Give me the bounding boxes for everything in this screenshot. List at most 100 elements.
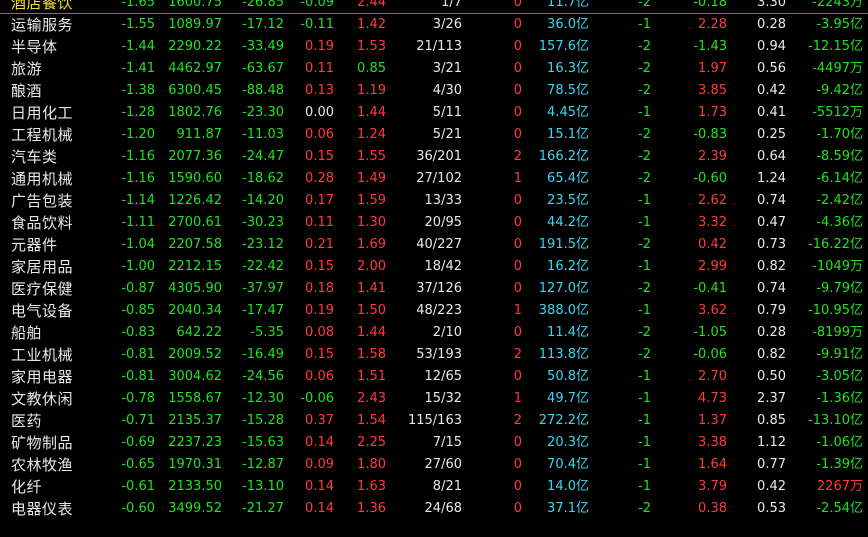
speed: 0.17 (305, 193, 334, 208)
up-count-ratio: 20/95 (424, 215, 462, 230)
change-amount: -15.28 (242, 413, 284, 428)
up-count-ratio: 21/113 (416, 39, 462, 54)
trade-amount: 113.8亿 (538, 347, 589, 362)
volume-ratio: 0.74 (757, 281, 786, 296)
period-change: 2.62 (698, 193, 727, 208)
sector-name: 酒店餐饮 (11, 0, 74, 12)
speed: 0.19 (305, 39, 334, 54)
speed: 0.14 (305, 501, 334, 516)
change-amount: -17.47 (242, 303, 284, 318)
change-amount: -30.23 (242, 215, 284, 230)
table-row[interactable]: 家用电器 -0.81 3004.62 -24.56 0.06 1.51 12/65 0 50.8… (0, 366, 868, 388)
turnover-rate: 1.69 (357, 237, 386, 252)
change-amount: -12.87 (242, 457, 284, 472)
turnover-rate: 1.44 (357, 325, 386, 340)
sector-name: 通用机械 (11, 170, 74, 188)
table-row[interactable]: 文教休闲 -0.78 1558.67 -12.30 -0.06 2.43 15/32 1 49.… (0, 388, 868, 410)
table-row[interactable]: 医药 -0.71 2135.37 -15.28 0.37 1.54 115/163 2 272.… (0, 410, 868, 432)
continuous-days: -2 (638, 325, 651, 340)
table-row[interactable]: 电器仪表 -0.60 3499.52 -21.27 0.14 1.36 24/68 0 37.1… (0, 498, 868, 520)
speed: 0.15 (305, 259, 334, 274)
change-amount: -88.48 (242, 83, 284, 98)
period-change: 1.37 (698, 413, 727, 428)
up-count-ratio: 36/201 (416, 149, 462, 164)
net-inflow: -9.91亿 (816, 347, 863, 362)
period-change: 3.85 (698, 83, 727, 98)
up-count-ratio: 3/21 (432, 61, 462, 76)
change-percent: -0.60 (121, 501, 155, 516)
change-amount: -24.56 (242, 369, 284, 384)
table-row[interactable]: 工程机械 -1.20 911.87 -11.03 0.06 1.24 5/21 0 15.1亿 -… (0, 124, 868, 146)
change-percent: -0.78 (121, 391, 155, 406)
table-row[interactable]: 船舶 -0.83 642.22 -5.35 0.08 1.44 2/10 0 11.4亿 -2 -1… (0, 322, 868, 344)
net-inflow: -12.15亿 (808, 39, 863, 54)
period-change: 1.64 (698, 457, 727, 472)
continuous-days: -2 (638, 501, 651, 516)
turnover-rate: 1.30 (357, 215, 386, 230)
table-row[interactable]: 元器件 -1.04 2207.58 -23.12 0.21 1.69 40/227 0 191.… (0, 234, 868, 256)
table-row[interactable]: 农林牧渔 -0.65 1970.31 -12.87 0.09 1.80 27/60 0 70.4… (0, 454, 868, 476)
current-price: 2040.34 (168, 303, 222, 318)
current-price: 2237.23 (168, 435, 222, 450)
change-amount: -16.49 (242, 347, 284, 362)
volume-ratio: 1.24 (757, 171, 786, 186)
table-row[interactable]: 汽车类 -1.16 2077.36 -24.47 0.15 1.55 36/201 2 166.… (0, 146, 868, 168)
table-row[interactable]: 广告包装 -1.14 1226.42 -14.20 0.17 1.59 13/33 0 23.5… (0, 190, 868, 212)
continuous-days: -2 (638, 127, 651, 142)
table-row[interactable]: 通用机械 -1.16 1590.60 -18.62 0.28 1.49 27/102 1 65.… (0, 168, 868, 190)
up-count-ratio: 18/42 (424, 259, 462, 274)
table-row[interactable]: 半导体 -1.44 2290.22 -33.49 0.19 1.53 21/113 0 157.… (0, 36, 868, 58)
limit-up-count: 0 (513, 479, 522, 494)
volume-ratio: 0.50 (757, 369, 786, 384)
table-row[interactable]: 旅游 -1.41 4462.97 -63.67 0.11 0.85 3/21 0 16.3亿 -2… (0, 58, 868, 80)
continuous-days: -1 (638, 413, 651, 428)
change-percent: -1.16 (121, 149, 155, 164)
turnover-rate: 1.49 (357, 171, 386, 186)
current-price: 2212.15 (168, 259, 222, 274)
change-amount: -24.47 (242, 149, 284, 164)
table-row[interactable]: 家居用品 -1.00 2212.15 -22.42 0.15 2.00 18/42 0 16.2… (0, 256, 868, 278)
change-amount: -37.97 (242, 281, 284, 296)
change-amount: -14.20 (242, 193, 284, 208)
table-row[interactable]: 工业机械 -0.81 2009.52 -16.49 0.15 1.58 53/193 2 113… (0, 344, 868, 366)
net-inflow: -16.22亿 (808, 237, 863, 252)
net-inflow: -9.79亿 (816, 281, 863, 296)
period-change: -1.05 (693, 325, 727, 340)
period-change: 1.97 (698, 61, 727, 76)
table-row[interactable]: 化纤 -0.61 2133.50 -13.10 0.14 1.63 8/21 0 14.0亿 -1… (0, 476, 868, 498)
net-inflow: -1.36亿 (816, 391, 863, 406)
sector-name: 工业机械 (11, 346, 74, 364)
sector-name: 元器件 (11, 236, 58, 254)
table-row[interactable]: 电气设备 -0.85 2040.34 -17.47 0.19 1.50 48/223 1 388… (0, 300, 868, 322)
volume-ratio: 0.64 (757, 149, 786, 164)
table-row[interactable]: 医疗保健 -0.87 4305.90 -37.97 0.18 1.41 37/126 0 127… (0, 278, 868, 300)
turnover-rate: 1.24 (357, 127, 386, 142)
speed: 0.15 (305, 347, 334, 362)
table-row[interactable]: 食品饮料 -1.11 2700.61 -30.23 0.11 1.30 20/95 0 44.2… (0, 212, 868, 234)
continuous-days: -2 (638, 149, 651, 164)
continuous-days: -1 (638, 391, 651, 406)
up-count-ratio: 12/65 (424, 369, 462, 384)
change-percent: -1.38 (121, 83, 155, 98)
sector-name: 矿物制品 (11, 434, 74, 452)
speed: 0.37 (305, 413, 334, 428)
up-count-ratio: 3/26 (432, 17, 462, 32)
current-price: 1089.97 (168, 17, 222, 32)
table-row[interactable]: 酒店餐饮 -1.65 1600.75 -26.85 -0.09 2.44 1/7 0 11.7亿… (0, 0, 868, 14)
table-row[interactable]: 酿酒 -1.38 6300.45 -88.48 0.13 1.19 4/30 0 78.5亿 -2… (0, 80, 868, 102)
sector-name: 食品饮料 (11, 214, 74, 232)
period-change: -0.18 (693, 0, 727, 10)
period-change: 2.70 (698, 369, 727, 384)
turnover-rate: 1.54 (357, 413, 386, 428)
continuous-days: -1 (638, 435, 651, 450)
net-inflow: -3.95亿 (816, 17, 863, 32)
limit-up-count: 0 (513, 17, 522, 32)
table-row[interactable]: 日用化工 -1.28 1802.76 -23.30 0.00 1.44 5/11 0 4.45亿… (0, 102, 868, 124)
table-row[interactable]: 运输服务 -1.55 1089.97 -17.12 -0.11 1.42 3/26 0 36.0… (0, 14, 868, 36)
table-row[interactable]: 矿物制品 -0.69 2237.23 -15.63 0.14 2.25 7/15 0 20.3亿… (0, 432, 868, 454)
net-inflow: -2.42亿 (816, 193, 863, 208)
trade-amount: 272.2亿 (538, 413, 589, 428)
trade-amount: 11.4亿 (547, 325, 589, 340)
continuous-days: -1 (638, 369, 651, 384)
sector-name: 家用电器 (11, 368, 74, 386)
